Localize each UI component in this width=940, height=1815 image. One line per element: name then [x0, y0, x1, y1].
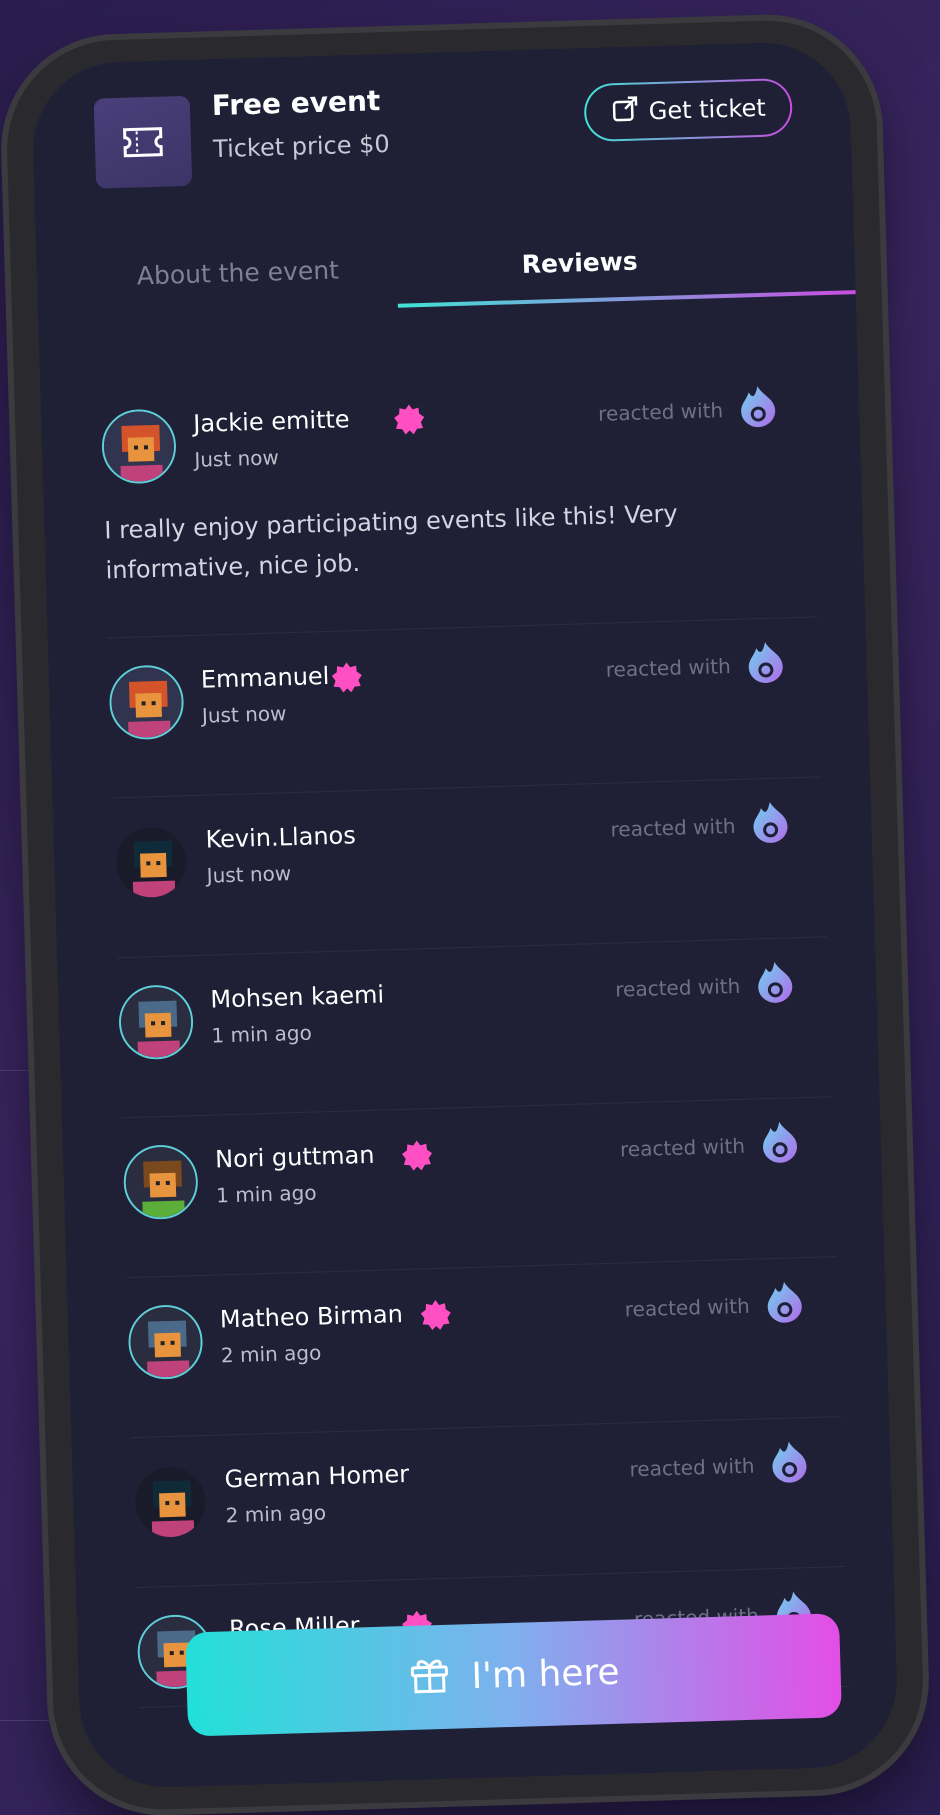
app-screen: Free event Ticket price $0 Get ticket Ab…	[30, 40, 900, 1790]
review-item[interactable]: Matheo Birman 2 min ago reacted with	[126, 1257, 842, 1439]
avatar[interactable]	[113, 824, 190, 901]
review-time: Just now	[206, 861, 292, 888]
flame-reaction-icon[interactable]	[747, 798, 794, 845]
reacted-with-label: reacted with	[629, 1453, 755, 1482]
im-here-button[interactable]: I'm here	[185, 1613, 842, 1737]
review-time: 1 min ago	[215, 1180, 317, 1208]
external-link-icon	[610, 94, 639, 129]
review-time: 1 min ago	[211, 1020, 313, 1048]
verified-badge-icon	[401, 1139, 434, 1172]
event-price: Ticket price $0	[212, 129, 391, 164]
reviewer-name: Jackie emitte	[192, 405, 350, 438]
reacted-with-label: reacted with	[597, 398, 724, 426]
verified-badge-icon	[419, 1299, 452, 1332]
verified-badge-icon	[330, 661, 363, 694]
tab-about-event[interactable]: About the event	[136, 255, 339, 290]
review-item[interactable]: Kevin.Llanos Just now reacted with	[112, 777, 827, 959]
review-time: 2 min ago	[225, 1500, 327, 1528]
phone-frame: Free event Ticket price $0 Get ticket Ab…	[3, 17, 927, 1813]
review-item[interactable]: Nori guttman 1 min ago reacted with	[121, 1097, 837, 1279]
flame-reaction-icon[interactable]	[742, 638, 789, 685]
reviewer-name: Emmanuel	[200, 661, 330, 694]
get-ticket-label: Get ticket	[648, 93, 767, 126]
reviewer-name: Matheo Birman	[219, 1300, 404, 1334]
reviewer-name: Kevin.Llanos	[205, 821, 357, 854]
tab-bar: About the event Reviews	[37, 240, 857, 334]
reacted-with-label: reacted with	[624, 1293, 751, 1322]
reviewer-name: Mohsen kaemi	[209, 980, 385, 1014]
flame-reaction-icon[interactable]	[766, 1438, 813, 1485]
avatar[interactable]	[132, 1464, 209, 1541]
active-tab-indicator	[397, 290, 856, 308]
review-list: Jackie emitte Just now reacted with I reall…	[100, 361, 850, 1709]
flame-reaction-icon[interactable]	[756, 1118, 803, 1165]
avatar[interactable]	[108, 664, 185, 741]
avatar[interactable]	[117, 984, 195, 1061]
tab-reviews[interactable]: Reviews	[521, 247, 638, 279]
review-time: Just now	[194, 445, 280, 472]
event-title: Free event	[211, 84, 381, 123]
flame-reaction-icon[interactable]	[734, 382, 781, 429]
flame-reaction-icon[interactable]	[751, 958, 798, 1005]
review-item[interactable]: Mohsen kaemi 1 min ago reacted with	[117, 937, 832, 1119]
reviewer-name: German Homer	[224, 1459, 410, 1494]
review-item[interactable]: German Homer 2 min ago reacted with	[131, 1417, 846, 1589]
reacted-with-label: reacted with	[619, 1133, 746, 1162]
review-time: Just now	[201, 701, 287, 728]
review-text: I really enjoy participating events like…	[104, 499, 678, 585]
reacted-with-label: reacted with	[605, 654, 732, 682]
ticket-icon	[93, 95, 193, 189]
reviewer-name: Nori guttman	[214, 1140, 375, 1174]
reacted-with-label: reacted with	[610, 813, 736, 842]
avatar[interactable]	[122, 1144, 199, 1221]
avatar[interactable]	[127, 1303, 204, 1381]
gift-icon	[407, 1650, 453, 1704]
review-item[interactable]: Jackie emitte Just now reacted with I reall…	[100, 361, 818, 639]
verified-badge-icon	[393, 403, 426, 436]
review-item[interactable]: Emmanuel Just now reacted with	[107, 617, 823, 799]
im-here-label: I'm here	[470, 1651, 621, 1697]
background-divider	[0, 1720, 60, 1721]
avatar[interactable]	[100, 408, 178, 485]
review-time: 2 min ago	[220, 1340, 322, 1368]
reacted-with-label: reacted with	[614, 973, 741, 1002]
flame-reaction-icon[interactable]	[761, 1278, 808, 1325]
get-ticket-button-inner: Get ticket	[585, 80, 791, 141]
get-ticket-button[interactable]: Get ticket	[583, 77, 794, 143]
